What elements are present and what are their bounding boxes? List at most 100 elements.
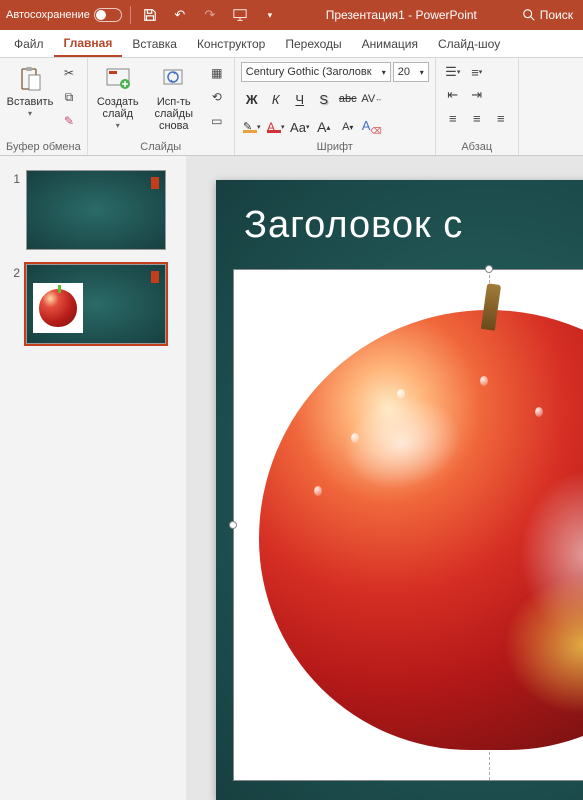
water-drop-icon xyxy=(314,486,322,496)
separator xyxy=(130,6,131,24)
reuse-label: Исп-ть слайды снова xyxy=(146,96,202,132)
italic-button[interactable]: К xyxy=(265,88,287,110)
tab-home[interactable]: Главная xyxy=(54,30,123,57)
font-color-button[interactable]: A▾ xyxy=(265,116,287,138)
main-area: 1 2 Заголовок с xyxy=(0,156,583,800)
selected-image-frame[interactable] xyxy=(234,270,583,780)
thumbnail-row: 2 xyxy=(0,260,186,354)
font-size-value: 20 xyxy=(398,66,410,78)
indent-icon: ⇥ xyxy=(471,87,482,103)
copy-button[interactable]: ⧉ xyxy=(58,86,80,108)
underline-button[interactable]: Ч xyxy=(289,88,311,110)
highlight-icon xyxy=(504,575,583,715)
group-label: Слайды xyxy=(94,139,228,153)
tab-animations[interactable]: Анимация xyxy=(352,30,428,57)
outdent-icon: ⇤ xyxy=(447,87,458,103)
autosave-toggle[interactable]: Автосохранение xyxy=(6,8,122,22)
tab-design[interactable]: Конструктор xyxy=(187,30,275,57)
slide[interactable]: Заголовок с xyxy=(216,180,583,800)
search-label: Поиск xyxy=(540,8,573,22)
slide-thumbnails-panel: 1 2 xyxy=(0,156,186,800)
chevron-down-icon: ▾ xyxy=(420,68,424,77)
shadow-button[interactable]: S xyxy=(313,88,335,110)
bullets-button[interactable]: ☰▾ xyxy=(442,62,464,82)
apple-image xyxy=(259,310,583,750)
highlight-icon: ✎ xyxy=(243,121,257,133)
case-icon: Aa xyxy=(290,120,306,135)
font-name-combo[interactable]: Century Gothic (Заголовк ▾ xyxy=(241,62,391,82)
align-center-icon: ≡ xyxy=(473,111,481,126)
align-left-button[interactable]: ≡ xyxy=(442,108,464,128)
section-button[interactable]: ▭ xyxy=(206,110,228,132)
font-size-combo[interactable]: 20 ▾ xyxy=(393,62,429,82)
decrease-indent-button[interactable]: ⇤ xyxy=(442,85,464,105)
slide-thumbnail-2[interactable] xyxy=(26,264,166,344)
thumbnail-image xyxy=(33,283,83,333)
slide-thumbnail-1[interactable] xyxy=(26,170,166,250)
scissors-icon: ✂ xyxy=(64,66,74,80)
highlight-button[interactable]: ✎▾ xyxy=(241,116,263,138)
highlight-icon xyxy=(332,384,471,502)
paste-button[interactable]: Вставить ▾ xyxy=(6,62,54,119)
align-center-button[interactable]: ≡ xyxy=(466,108,488,128)
layout-button[interactable]: ▦ xyxy=(206,62,228,84)
font-color-icon: A xyxy=(267,121,281,133)
group-label: Шрифт xyxy=(241,139,429,153)
increase-indent-button[interactable]: ⇥ xyxy=(466,85,488,105)
group-clipboard: Вставить ▾ ✂ ⧉ ✎ Буфер обмена xyxy=(0,58,88,155)
group-label: Абзац xyxy=(442,139,512,153)
autosave-label: Автосохранение xyxy=(6,9,90,21)
grow-font-button[interactable]: A▴ xyxy=(313,116,335,138)
redo-icon[interactable]: ↷ xyxy=(199,4,221,26)
new-slide-label: Создать слайд xyxy=(94,96,142,120)
strikethrough-button[interactable]: abc xyxy=(337,88,359,110)
tab-insert[interactable]: Вставка xyxy=(122,30,187,57)
resize-handle-left[interactable] xyxy=(229,521,237,529)
slide-canvas[interactable]: Заголовок с xyxy=(186,156,583,800)
new-slide-icon xyxy=(103,64,133,94)
slide-marker-icon xyxy=(151,271,159,283)
save-icon[interactable] xyxy=(139,4,161,26)
reset-icon: ⟲ xyxy=(212,90,222,104)
font-name-value: Century Gothic (Заголовк xyxy=(246,66,372,78)
char-spacing-button[interactable]: AV↔ xyxy=(361,88,383,110)
reset-button[interactable]: ⟲ xyxy=(206,86,228,108)
tab-transitions[interactable]: Переходы xyxy=(275,30,351,57)
tab-file[interactable]: Файл xyxy=(4,30,54,57)
ribbon: Вставить ▾ ✂ ⧉ ✎ Буфер обмена Создать сл… xyxy=(0,58,583,156)
chevron-down-icon: ▾ xyxy=(382,68,386,77)
slide-marker-icon xyxy=(151,177,159,189)
title-bar: Автосохранение ↶ ↷ ▾ Презентация1 - Powe… xyxy=(0,0,583,30)
cut-button[interactable]: ✂ xyxy=(58,62,80,84)
new-slide-button[interactable]: Создать слайд ▾ xyxy=(94,62,142,131)
align-left-icon: ≡ xyxy=(449,111,457,126)
search-button[interactable]: Поиск xyxy=(522,8,577,22)
resize-handle-top[interactable] xyxy=(485,265,493,273)
format-painter-button[interactable]: ✎ xyxy=(58,110,80,132)
up-arrow-icon: ▴ xyxy=(326,123,330,132)
present-icon[interactable] xyxy=(229,4,251,26)
water-drop-icon xyxy=(480,376,488,386)
numbering-button[interactable]: ≡▾ xyxy=(466,62,488,82)
tab-slideshow[interactable]: Слайд-шоу xyxy=(428,30,510,57)
brush-icon: ✎ xyxy=(64,114,74,128)
change-case-button[interactable]: Aa▾ xyxy=(289,116,311,138)
bold-button[interactable]: Ж xyxy=(241,88,263,110)
chevron-down-icon: ▾ xyxy=(116,122,120,131)
toggle-switch-icon[interactable] xyxy=(94,8,122,22)
align-right-button[interactable]: ≡ xyxy=(490,108,512,128)
thumbnail-number: 1 xyxy=(8,170,20,186)
clipboard-icon xyxy=(15,64,45,94)
spacing-icon: AV xyxy=(361,93,375,105)
group-slides: Создать слайд ▾ Исп-ть слайды снова ▦ ⟲ … xyxy=(88,58,235,155)
undo-icon[interactable]: ↶ xyxy=(169,4,191,26)
numbering-icon: ≡ xyxy=(471,65,479,80)
more-icon[interactable]: ▾ xyxy=(259,4,281,26)
shrink-font-button[interactable]: A▾ xyxy=(337,116,359,138)
align-right-icon: ≡ xyxy=(497,111,505,126)
clear-format-button[interactable]: A⌫ xyxy=(361,116,383,138)
reuse-slides-button[interactable]: Исп-ть слайды снова xyxy=(146,62,202,132)
section-icon: ▭ xyxy=(211,114,222,128)
group-label: Буфер обмена xyxy=(6,139,81,153)
slide-title-text[interactable]: Заголовок с xyxy=(216,180,583,247)
